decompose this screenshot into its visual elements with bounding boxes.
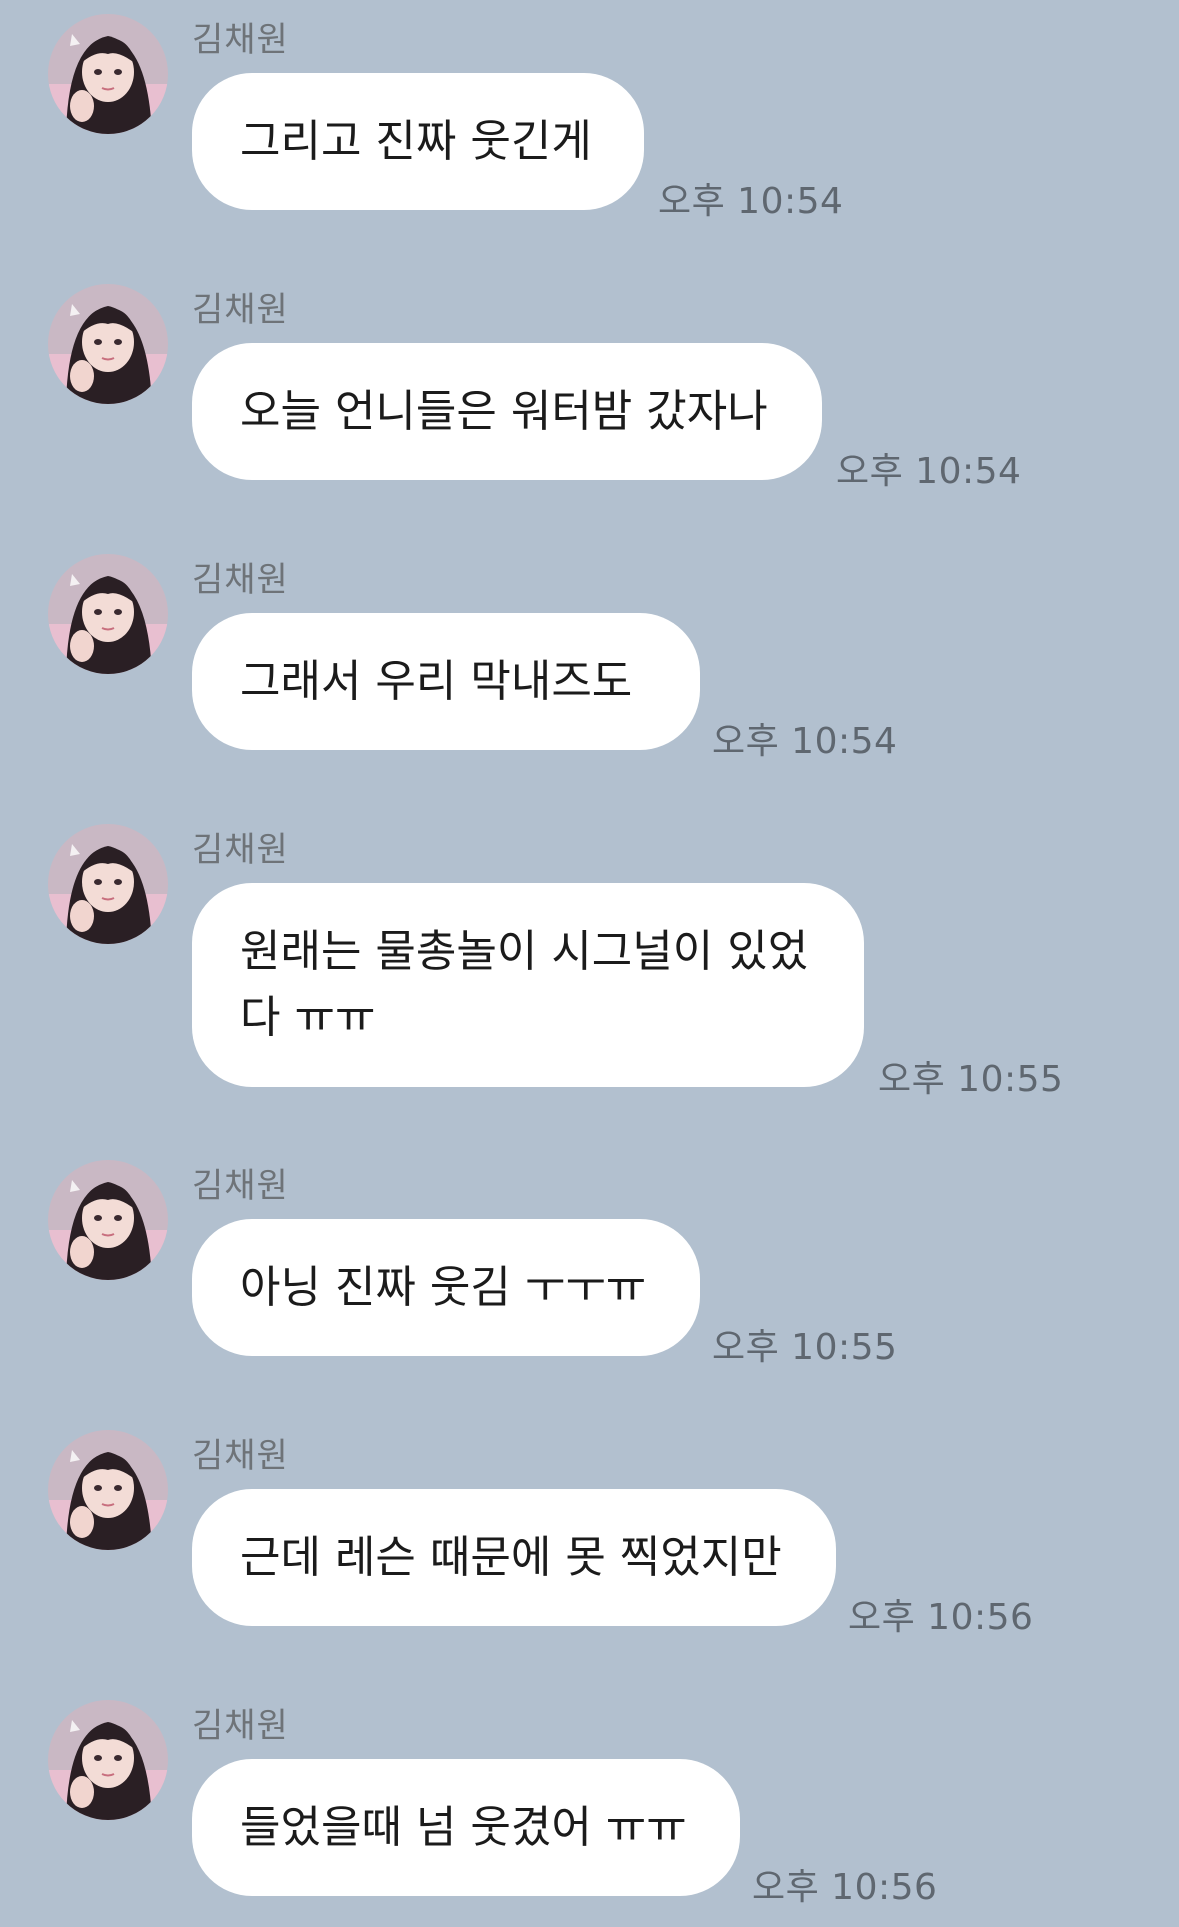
message-bubble[interactable]: 그래서 우리 막내즈도	[192, 613, 700, 750]
message-bubble[interactable]: 오늘 언니들은 워터밤 갔자나	[192, 343, 822, 480]
avatar[interactable]	[48, 284, 168, 404]
message-time: 오후 10:56	[752, 1867, 938, 1908]
avatar[interactable]	[48, 824, 168, 944]
profile-photo-icon	[48, 1430, 168, 1550]
chat-area: 김채원 그리고 진짜 웃긴게 오후 10:54 김채원 오늘 언니들은 워터밤 …	[0, 0, 1179, 1927]
sender-name: 김채원	[192, 290, 289, 330]
message-bubble[interactable]: 아닝 진짜 웃김 ㅜㅜㅠ	[192, 1219, 700, 1356]
sender-name: 김채원	[192, 1166, 289, 1206]
message-bubble[interactable]: 그리고 진짜 웃긴게	[192, 73, 644, 210]
sender-name: 김채원	[192, 1436, 289, 1476]
message-time: 오후 10:55	[712, 1327, 898, 1368]
message-bubble[interactable]: 근데 레슨 때문에 못 찍었지만	[192, 1489, 836, 1626]
message-bubble[interactable]: 들었을때 넘 웃겼어 ㅠㅠ	[192, 1759, 740, 1896]
message-time: 오후 10:54	[712, 721, 898, 762]
profile-photo-icon	[48, 1700, 168, 1820]
sender-name: 김채원	[192, 560, 289, 600]
profile-photo-icon	[48, 14, 168, 134]
message-time: 오후 10:54	[836, 451, 1022, 492]
sender-name: 김채원	[192, 20, 289, 60]
profile-photo-icon	[48, 1160, 168, 1280]
avatar[interactable]	[48, 1430, 168, 1550]
profile-photo-icon	[48, 284, 168, 404]
avatar[interactable]	[48, 14, 168, 134]
sender-name: 김채원	[192, 1706, 289, 1746]
sender-name: 김채원	[192, 830, 289, 870]
message-time: 오후 10:55	[878, 1059, 1064, 1100]
profile-photo-icon	[48, 824, 168, 944]
avatar[interactable]	[48, 1160, 168, 1280]
avatar[interactable]	[48, 1700, 168, 1820]
avatar[interactable]	[48, 554, 168, 674]
message-time: 오후 10:54	[658, 181, 844, 222]
message-bubble[interactable]: 원래는 물총놀이 시그널이 있었다 ㅠㅠ	[192, 883, 864, 1087]
message-time: 오후 10:56	[848, 1597, 1034, 1638]
profile-photo-icon	[48, 554, 168, 674]
